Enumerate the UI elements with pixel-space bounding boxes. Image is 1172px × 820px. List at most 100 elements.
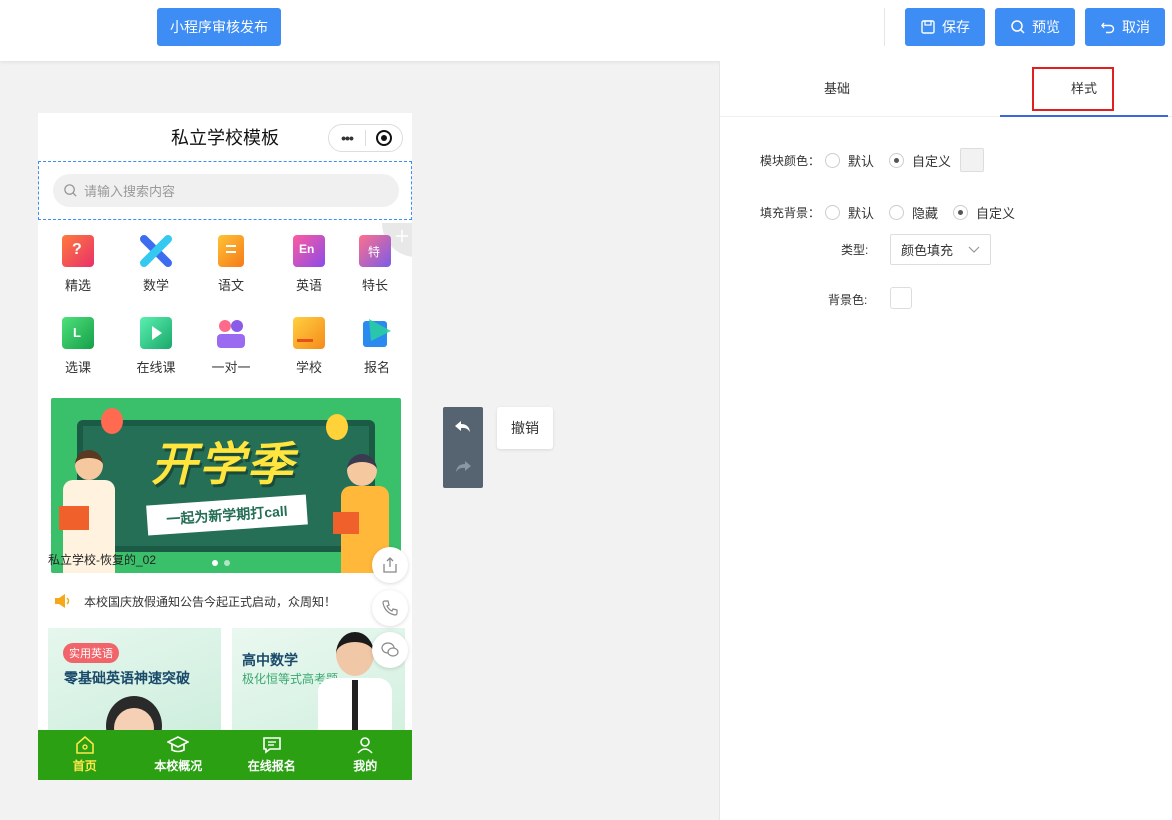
radio-label: 自定义 [976,206,1016,221]
bg-color-swatch[interactable] [890,287,912,309]
banner-headline: 开学季 [151,438,295,490]
course-title: 零基础英语神速突破 [64,670,190,686]
user-icon [357,737,373,754]
redo-button[interactable] [443,447,483,487]
save-label: 保存 [942,19,970,35]
undo-arrow-icon [1101,22,1115,34]
tab-label: 我的 [353,759,378,773]
mini-program-capsule: ••• [328,124,403,152]
module-color-swatch[interactable] [960,148,984,172]
radio-circle [889,205,904,220]
tab-home[interactable]: 首页 [38,730,132,780]
module-color-custom-radio[interactable]: 自定义 [889,151,951,170]
balloon-icon [326,414,348,440]
fill-bg-label: 填充背景： [760,206,821,220]
bg-color-label: 背景色: [828,293,868,307]
module-color-default-radio[interactable]: 默认 [825,151,874,170]
chevron-down-icon [968,246,980,253]
panel-tabs: 基础 样式 [720,61,1172,117]
tab-school-overview[interactable]: 本校概况 [132,730,226,780]
radio-circle [889,153,904,168]
bottom-tab-bar: 首页 本校概况 在线报名 我的 [38,730,412,780]
undo-tooltip: 撤销 [497,407,553,449]
notice-text: 本校国庆放假通知公告今起正式启动，众周知！ [84,594,337,609]
top-toolbar: 小程序审核发布 保存 预览 取消 [0,0,1172,61]
radio-label: 隐藏 [912,206,939,221]
fill-type-select[interactable]: 颜色填充 [890,234,991,265]
redo-icon [456,461,471,472]
wechat-button[interactable] [372,632,408,668]
target-icon [366,129,402,147]
notice-bar[interactable]: 本校国庆放假通知公告今起正式启动，众周知！ [38,583,412,619]
message-icon [262,737,281,754]
grid-label: 报名 [363,360,390,375]
tab-label: 首页 [72,759,97,773]
grid-item-online-course[interactable]: 在线课 [126,317,186,376]
graduation-cap-icon [167,736,190,753]
wechat-icon [381,642,399,657]
grid-item-school[interactable]: 学校 [279,317,339,376]
radio-circle [825,153,840,168]
tab-online-signup[interactable]: 在线报名 [225,730,319,780]
preview-button[interactable]: 预览 [995,8,1075,46]
fill-bg-default-radio[interactable]: 默认 [825,203,874,222]
one-on-one-icon [215,317,247,349]
select-value: 颜色填充 [901,243,954,258]
carousel-dot[interactable] [212,560,218,566]
search-module[interactable]: 请输入搜索内容 [38,161,412,220]
radio-label: 默认 [848,206,875,221]
undo-button[interactable] [443,407,483,447]
tab-basic[interactable]: 基础 [720,61,954,117]
tab-mine[interactable]: 我的 [319,730,413,780]
search-icon [64,184,77,197]
radio-label: 默认 [848,154,875,169]
cancel-button[interactable]: 取消 [1085,8,1165,46]
search-input[interactable]: 请输入搜索内容 [53,174,399,207]
grid-item-one-on-one[interactable]: 一对一 [201,317,261,376]
grid-item-featured[interactable]: ? 精选 [48,235,108,294]
course-tag: 实用英语 [63,643,119,663]
fill-bg-custom-radio[interactable]: 自定义 [953,203,1015,222]
grid-item-signup[interactable]: 报名 [347,317,407,376]
radio-circle [953,205,968,220]
grid-item-english[interactable]: En 英语 [279,235,339,294]
banner-carousel[interactable]: 开学季 一起为新学期打call [51,398,401,573]
active-tab-indicator [1000,115,1168,117]
grid-item-chinese[interactable]: 语文 [201,235,261,294]
module-color-label: 模块颜色： [760,154,821,168]
toolbar-divider [884,8,885,46]
course-card-english[interactable]: 实用英语 零基础英语神速突破 [48,628,221,738]
tab-label: 在线报名 [247,759,296,773]
more-dots-icon: ••• [341,130,354,146]
grid-item-math[interactable]: 数学 [126,235,186,294]
save-button[interactable]: 保存 [905,8,985,46]
publish-label: 小程序审核发布 [170,19,268,35]
carousel-dot[interactable] [224,560,230,566]
online-course-icon [140,317,172,349]
fill-bg-hidden-radio[interactable]: 隐藏 [889,203,938,222]
school-icon [293,317,325,349]
preview-label: 预览 [1032,19,1060,35]
type-label: 类型: [841,243,869,257]
grid-item-talent[interactable]: 特 特长 [345,235,405,294]
radio-circle [825,205,840,220]
radio-label: 自定义 [912,154,952,169]
phone-call-button[interactable] [372,590,408,626]
talent-icon: 特 [359,235,391,267]
grid-label: 精选 [64,278,91,293]
teacher-tie [352,680,358,730]
share-icon [383,557,397,573]
speaker-icon [55,594,70,608]
publish-button[interactable]: 小程序审核发布 [157,8,281,46]
grid-label: 英语 [295,278,322,293]
math-icon [140,235,172,267]
select-course-icon: L [62,317,94,349]
english-icon: En [293,235,325,267]
banner-caption: 私立学校-恢复的_02 [48,553,157,567]
teacher-photo [336,632,374,676]
grid-label: 在线课 [136,360,176,375]
share-button[interactable] [372,547,408,583]
grid-item-select-course[interactable]: L 选课 [48,317,108,376]
grid-label: 学校 [295,360,322,375]
style-settings-panel: 基础 样式 模块颜色： 默认 自定义 填充背景： 默认 隐藏 自定义 类型: 颜… [719,61,1172,820]
